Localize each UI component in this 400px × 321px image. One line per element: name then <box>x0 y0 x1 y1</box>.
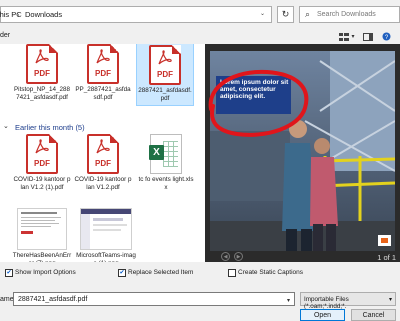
breadcrumb-separator: › <box>17 10 20 19</box>
chevron-down-icon[interactable]: ⌄ <box>3 122 9 130</box>
pdf-file-icon: PDF <box>26 44 58 84</box>
filename-input[interactable]: 2887421_asfdasdf.pdf ▾ <box>13 292 295 306</box>
file-name: 2887421_asfdasdf.pdf <box>138 87 192 102</box>
page-indicator: 1 of 1 <box>377 253 396 262</box>
show-import-options-label: Show Import Options <box>15 269 76 276</box>
address-row: This PC › Downloads ⌄ ↻ ⌕ Search Downloa… <box>0 6 400 26</box>
search-box[interactable]: ⌕ Search Downloads <box>299 6 400 23</box>
pdf-file-icon: PDF <box>26 134 58 174</box>
file-name: Pitstop_NP_14_2887421_asfdasdf.pdf <box>13 86 70 101</box>
address-bar[interactable]: This PC › Downloads ⌄ <box>0 6 272 23</box>
toolbar: der ▾ ? <box>0 30 400 44</box>
next-page-icon[interactable]: ▶ <box>234 252 243 261</box>
replace-selected-item-label: Replace Selected Item <box>128 269 194 276</box>
view-dropdown-icon[interactable]: ▾ <box>350 31 356 42</box>
breadcrumb-downloads[interactable]: Downloads <box>25 10 62 19</box>
new-folder-button[interactable]: der <box>0 32 10 39</box>
chevron-down-icon: ▾ <box>388 297 392 303</box>
pdf-file-icon: PDF <box>87 44 119 84</box>
file-name: PP_2887421_asfdasdf.pdf <box>75 86 131 101</box>
file-tile[interactable]: PDF Pitstop_NP_14_2887421_asfdasdf.pdf <box>13 44 71 101</box>
open-button[interactable]: Open <box>300 309 345 321</box>
cancel-button[interactable]: Cancel <box>351 309 396 321</box>
image-thumbnail <box>80 208 132 250</box>
view-icon[interactable] <box>339 31 349 42</box>
file-list[interactable]: PDF Pitstop_NP_14_2887421_asfdasdf.pdf P… <box>0 44 205 262</box>
file-tile[interactable]: PDF COVID-19 kantoor plan V1.2.pdf <box>74 134 132 191</box>
previous-page-icon[interactable]: ◀ <box>221 252 230 261</box>
address-dropdown-icon[interactable]: ⌄ <box>260 10 265 17</box>
group-header-label: Earlier this month (5) <box>15 123 85 132</box>
file-name: ThereHasBeenAnError (7).png <box>12 252 72 262</box>
file-name: MicrosoftTeams-image (1).png <box>76 252 136 262</box>
refresh-icon: ↻ <box>281 9 290 19</box>
file-type-select[interactable]: Importable Files (*.oam;*.indd;*. ▾ <box>300 292 396 310</box>
file-tile-selected[interactable]: PDF 2887421_asfdasdf.pdf <box>136 44 194 106</box>
help-icon[interactable]: ? <box>381 31 391 42</box>
file-tile[interactable]: ThereHasBeenAnError (7).png <box>12 208 72 262</box>
preview-pane-icon[interactable] <box>363 31 373 42</box>
file-name: COVID-19 kantoor plan V1.2.pdf <box>74 176 132 191</box>
create-static-captions-checkbox[interactable]: Create Static Captions <box>228 268 303 277</box>
search-icon: ⌕ <box>305 9 311 19</box>
filename-value: 2887421_asfdasdf.pdf <box>18 296 88 303</box>
image-thumbnail <box>17 208 67 250</box>
refresh-button[interactable]: ↻ <box>277 6 294 23</box>
pdf-file-icon: PDF <box>87 134 119 174</box>
show-import-options-checkbox[interactable]: Show Import Options <box>5 268 76 277</box>
preview-pane: Lorem ipsum dolor sit amet, consectetur … <box>205 44 400 262</box>
file-name: COVID-19 kantoor plan V1.2 (1).pdf <box>13 176 71 191</box>
file-tile[interactable]: PDF COVID-19 kantoor plan V1.2 (1).pdf <box>13 134 71 191</box>
file-tile[interactable]: PDF PP_2887421_asfdasdf.pdf <box>74 44 132 101</box>
pdf-file-icon: PDF <box>149 45 181 85</box>
group-header[interactable]: ⌄ Earlier this month (5) <box>0 121 205 133</box>
chevron-down-icon[interactable]: ▾ <box>287 297 290 304</box>
search-input[interactable]: Search Downloads <box>317 11 376 18</box>
create-static-captions-label: Create Static Captions <box>238 269 304 276</box>
file-tile[interactable]: X tc fo events light.xlsx <box>137 134 195 191</box>
file-name: tc fo events light.xlsx <box>138 176 194 191</box>
annotation-circle <box>208 69 309 137</box>
excel-file-icon: X <box>149 134 182 174</box>
file-tile[interactable]: MicrosoftTeams-image (1).png <box>75 208 137 262</box>
replace-selected-item-checkbox[interactable]: Replace Selected Item <box>118 268 193 277</box>
file-type-value: Importable Files (*.oam;*.indd;*. <box>304 296 349 310</box>
